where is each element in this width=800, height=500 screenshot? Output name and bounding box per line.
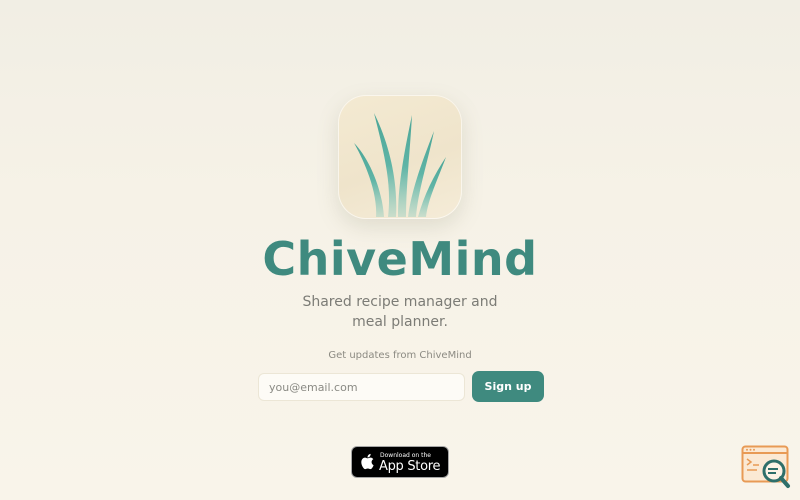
sign-up-button[interactable]: Sign up	[472, 371, 544, 402]
badge-big-text: App Store	[379, 459, 441, 474]
badge-small-text: Download on the	[380, 452, 431, 459]
app-icon	[338, 95, 462, 219]
apple-icon	[361, 453, 374, 470]
updates-label: Get updates from ChiveMind	[328, 350, 472, 361]
search-window-icon	[741, 445, 790, 488]
corner-widget[interactable]	[741, 445, 791, 489]
app-tagline: Shared recipe manager and meal planner.	[302, 294, 498, 330]
app-title: ChiveMind	[262, 232, 538, 286]
email-field[interactable]	[258, 373, 465, 401]
chive-leaves-icon	[354, 113, 446, 217]
app-store-badge[interactable]: Download on the App Store	[351, 446, 449, 478]
